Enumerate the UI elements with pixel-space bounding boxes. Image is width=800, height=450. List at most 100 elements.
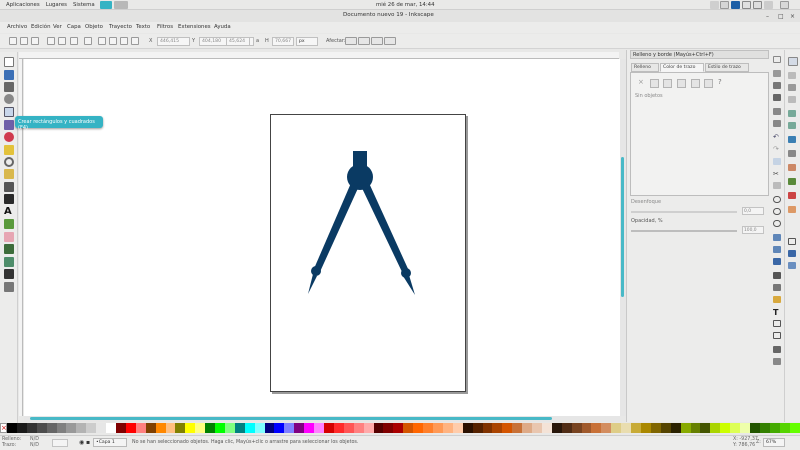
affect-stroke-icon[interactable] [345, 37, 357, 45]
color-swatch[interactable] [442, 423, 453, 433]
color-swatch[interactable] [650, 423, 661, 433]
snap-cusp-icon[interactable] [788, 150, 796, 157]
w-field[interactable]: 45,624 [226, 37, 250, 46]
calligraphy-tool-icon[interactable] [4, 194, 14, 204]
color-swatch[interactable] [561, 423, 572, 433]
color-swatch[interactable] [591, 423, 602, 433]
select-all-layers-icon[interactable] [20, 37, 28, 45]
mail-icon[interactable] [720, 1, 729, 9]
rectangle-tool-icon[interactable] [4, 107, 14, 117]
snap-smooth-icon[interactable] [788, 164, 796, 171]
zoom-page-icon[interactable] [773, 220, 781, 227]
color-swatch[interactable] [522, 423, 533, 433]
color-swatch[interactable] [393, 423, 404, 433]
menu-sistema[interactable]: Sistema [73, 2, 95, 8]
menu-extensiones[interactable]: Extensiones [178, 24, 211, 30]
color-swatch[interactable] [46, 423, 57, 433]
minimize-icon[interactable]: – [766, 13, 769, 20]
zoom-tool-icon[interactable] [4, 94, 14, 104]
color-swatch[interactable] [641, 423, 651, 433]
zoom-field[interactable]: 67% [763, 438, 785, 447]
color-swatch[interactable] [601, 423, 612, 433]
menu-archivo[interactable]: Archivo [7, 24, 27, 30]
tab-estilo-de-trazo[interactable]: Estilo de trazo [705, 63, 749, 72]
x-field[interactable]: 446,415 [157, 37, 190, 46]
menu-edicion[interactable]: Edición [31, 24, 51, 30]
menu-ayuda[interactable]: Ayuda [214, 24, 231, 30]
save-icon[interactable] [773, 82, 781, 89]
color-swatch[interactable] [264, 423, 275, 433]
import-icon[interactable] [773, 108, 781, 115]
vertical-scroll-thumb[interactable] [621, 157, 624, 297]
color-swatch[interactable] [215, 423, 225, 433]
layer-select[interactable]: •Capa 1 [93, 438, 127, 447]
spray-tool-icon[interactable] [4, 219, 14, 229]
tab-color-de-trazo[interactable]: Color de trazo [660, 63, 704, 72]
user-icon[interactable] [764, 1, 773, 9]
compass-drawing[interactable] [270, 114, 466, 392]
color-swatch[interactable] [343, 423, 354, 433]
snap-toggle-icon[interactable] [788, 57, 798, 66]
ellipse-tool-icon[interactable] [4, 132, 14, 142]
raise-icon[interactable] [109, 37, 117, 45]
color-swatch[interactable] [680, 423, 691, 433]
color-swatch[interactable] [690, 423, 701, 433]
color-swatch[interactable] [284, 423, 295, 433]
selector-tool-icon[interactable] [4, 57, 14, 67]
snap-bbox-icon[interactable] [788, 72, 796, 79]
group-icon[interactable] [773, 272, 781, 279]
color-swatch[interactable] [314, 423, 324, 433]
color-swatch[interactable] [165, 423, 176, 433]
no-color-swatch[interactable]: × [0, 423, 7, 433]
color-swatch[interactable] [363, 423, 374, 433]
pencil-tool-icon[interactable] [4, 169, 14, 179]
color-swatch[interactable] [611, 423, 622, 433]
color-swatch[interactable] [769, 423, 780, 433]
color-swatch[interactable] [472, 423, 483, 433]
linear-gradient-icon[interactable] [663, 79, 672, 88]
color-swatch[interactable] [185, 423, 196, 433]
print-icon[interactable] [773, 94, 781, 101]
no-paint-icon[interactable]: × [638, 78, 644, 86]
flat-color-icon[interactable] [650, 79, 659, 88]
pen-tool-icon[interactable] [4, 182, 14, 192]
bucket-tool-icon[interactable] [4, 244, 14, 254]
color-swatch[interactable] [512, 423, 523, 433]
color-swatch[interactable] [720, 423, 731, 433]
horizontal-scrollbar[interactable] [24, 416, 620, 422]
affect-patterns-icon[interactable] [384, 37, 396, 45]
color-swatch[interactable] [205, 423, 216, 433]
color-swatch[interactable] [403, 423, 414, 433]
snap-paths-icon[interactable] [788, 122, 796, 129]
flip-horizontal-icon[interactable] [70, 37, 78, 45]
color-swatch[interactable] [541, 423, 552, 433]
color-swatch[interactable] [759, 423, 770, 433]
color-swatch[interactable] [492, 423, 503, 433]
color-swatch[interactable] [571, 423, 582, 433]
affect-corners-icon[interactable] [358, 37, 370, 45]
color-swatch[interactable] [373, 423, 384, 433]
snap-guides-icon[interactable] [788, 262, 796, 269]
new-document-icon[interactable] [773, 56, 781, 63]
align-icon[interactable] [773, 332, 781, 339]
menu-filtros[interactable]: Filtros [157, 24, 173, 30]
text-font-icon[interactable]: T [773, 308, 781, 317]
color-swatch[interactable] [66, 423, 77, 433]
snap-bbox-corner-icon[interactable] [788, 96, 796, 103]
gradient-tool-icon[interactable] [4, 257, 14, 267]
color-swatch[interactable] [56, 423, 67, 433]
lower-to-bottom-icon[interactable] [131, 37, 139, 45]
snap-page-border-icon[interactable] [788, 238, 796, 245]
color-swatch[interactable] [502, 423, 513, 433]
cut-icon[interactable]: ✂ [773, 170, 781, 178]
menu-ver[interactable]: Ver [53, 24, 62, 30]
color-swatch[interactable] [96, 423, 107, 433]
color-swatch[interactable] [135, 423, 146, 433]
opacity-value[interactable]: 100,0 [742, 226, 764, 234]
opacity-slider[interactable] [631, 230, 737, 232]
h-field[interactable]: 70,667 [272, 37, 294, 46]
xml-editor-icon[interactable] [773, 320, 781, 327]
color-swatch[interactable] [274, 423, 285, 433]
clone-icon[interactable] [773, 246, 781, 253]
spiral-tool-icon[interactable] [4, 157, 14, 167]
